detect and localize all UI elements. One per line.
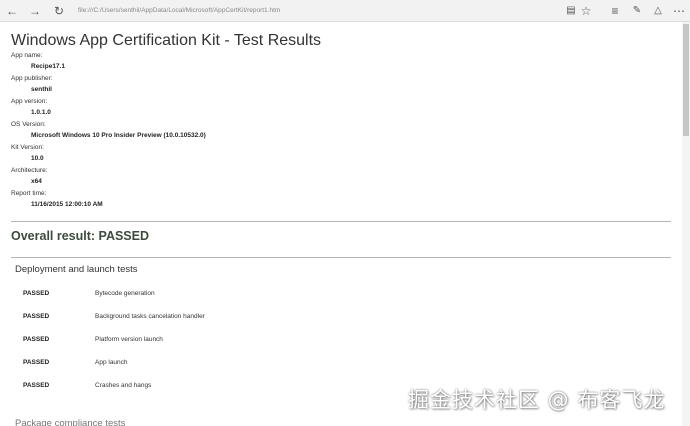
back-icon[interactable]: ← <box>4 3 20 19</box>
share-icon[interactable]: △ <box>650 3 666 19</box>
page-title: Windows App Certification Kit - Test Res… <box>11 32 322 49</box>
app-version-value: 1.0.1.0 <box>31 109 51 116</box>
os-version-label: OS Version: <box>11 121 46 128</box>
test-name: Bytecode generation <box>95 290 155 297</box>
test-name: Crashes and hangs <box>95 382 152 389</box>
architecture-value: x64 <box>31 178 42 185</box>
reading-view-icon[interactable]: ▤ <box>563 3 579 19</box>
test-name: App launch <box>95 359 128 366</box>
favorite-star-icon[interactable]: ☆ <box>578 3 594 19</box>
app-publisher-label: App publisher: <box>11 75 53 82</box>
test-name: Platform version launch <box>95 336 163 343</box>
test-status: PASSED <box>23 336 50 343</box>
watermark: 掘金技术社区 @ 布客飞龙 <box>408 388 666 412</box>
report-time-label: Report time: <box>11 190 47 197</box>
architecture-label: Architecture: <box>11 167 48 174</box>
test-status: PASSED <box>23 290 50 297</box>
scrollbar-thumb[interactable] <box>683 24 689 136</box>
forward-icon[interactable]: → <box>27 3 43 19</box>
address-bar[interactable]: file:///C:/Users/senthil/AppData/Local/M… <box>78 4 558 18</box>
test-status: PASSED <box>23 359 50 366</box>
refresh-icon[interactable]: ↻ <box>51 3 67 19</box>
kit-version-label: Kit Version: <box>11 144 44 151</box>
section-title: Deployment and launch tests <box>15 264 138 275</box>
app-name-label: App name: <box>11 52 43 59</box>
test-name: Background tasks cancelation handler <box>95 313 205 320</box>
next-section-title: Package compliance tests <box>15 418 126 426</box>
test-status: PASSED <box>23 313 50 320</box>
test-status: PASSED <box>23 382 50 389</box>
web-note-icon[interactable]: ✎ <box>629 3 645 19</box>
kit-version-value: 10.0 <box>31 155 44 162</box>
report-page: Windows App Certification Kit - Test Res… <box>0 22 682 426</box>
app-name-value: Recipe17.1 <box>31 63 65 70</box>
divider <box>11 257 671 258</box>
divider <box>11 221 671 222</box>
app-version-label: App version: <box>11 98 48 105</box>
report-time-value: 11/16/2015 12:00:10 AM <box>31 201 103 208</box>
os-version-value: Microsoft Windows 10 Pro Insider Preview… <box>31 132 206 139</box>
overall-result: Overall result: PASSED <box>11 229 150 243</box>
app-publisher-value: senthil <box>31 86 52 93</box>
browser-toolbar: ← → ↻ file:///C:/Users/senthil/AppData/L… <box>0 0 690 22</box>
more-icon[interactable]: ⋯ <box>671 3 687 19</box>
hub-icon[interactable]: ≡ <box>607 3 623 19</box>
